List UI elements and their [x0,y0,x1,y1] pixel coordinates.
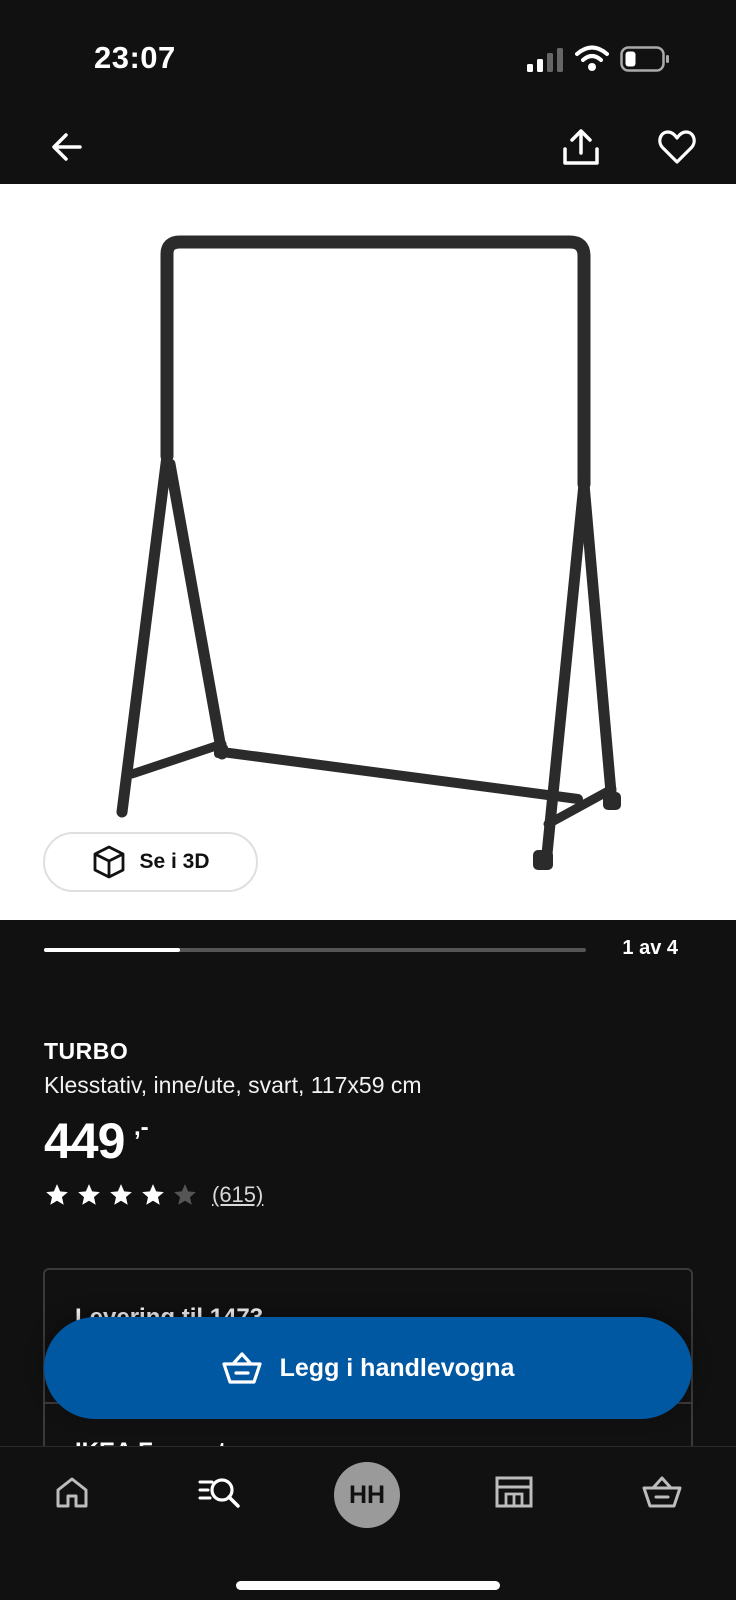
product-price: 449 [44,1113,125,1169]
wifi-icon [575,45,609,71]
status-bar: 23:07 [0,0,736,110]
product-name: TURBO [44,1038,129,1064]
add-to-cart-button[interactable]: Legg i handlevogna [44,1317,692,1419]
heart-icon [658,130,696,164]
battery-icon [620,46,669,72]
favorite-button[interactable] [654,124,700,170]
status-time: 23:07 [94,40,176,75]
tab-search[interactable] [190,1467,250,1517]
tab-home[interactable] [42,1467,102,1517]
back-button[interactable] [44,124,90,170]
product-rating[interactable]: (615) [44,1180,263,1210]
gallery-progress-fill [44,948,180,952]
product-description: Klesstativ, inne/ute, svart, 117x59 cm [44,1072,422,1098]
basket-icon [642,1476,682,1508]
review-count-link[interactable]: (615) [212,1182,263,1208]
bottom-nav: HH [0,1446,736,1600]
share-icon [563,129,599,165]
share-button[interactable] [558,124,604,170]
add-to-cart-label: Legg i handlevogna [279,1353,515,1382]
star-icon [142,1184,164,1205]
product-image [116,235,621,870]
product-image-gallery[interactable]: Se i 3D [0,184,736,920]
cube-3d-icon [94,845,125,879]
view-3d-label: Se i 3D [139,850,210,873]
rating-stars [44,1182,198,1208]
top-nav [0,110,736,184]
price-suffix: ,- [134,1114,149,1141]
star-icon [78,1184,100,1205]
store-icon [495,1476,533,1508]
cellular-signal-icon [527,48,563,72]
gallery-counter: 1 av 4 [622,937,678,959]
basket-icon [222,1352,262,1384]
avatar[interactable]: HH [334,1462,400,1528]
home-indicator [236,1581,500,1590]
home-icon [56,1477,88,1508]
tab-stores[interactable] [484,1467,544,1517]
star-icon [110,1184,132,1205]
gallery-progress-bar [44,948,586,952]
search-icon [198,1478,240,1508]
star-icon [174,1184,196,1205]
tab-cart[interactable] [632,1467,692,1517]
star-icon [46,1184,68,1205]
arrow-left-icon [52,133,82,161]
view-3d-button[interactable]: Se i 3D [43,832,258,892]
